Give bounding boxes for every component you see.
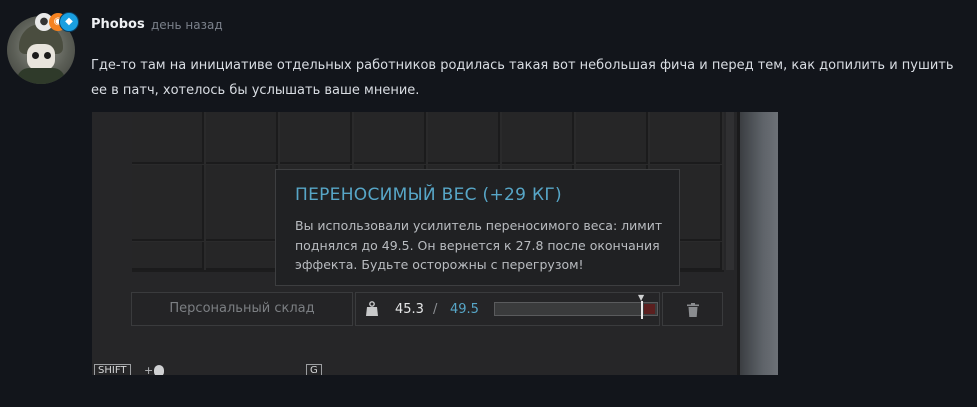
grid-scrollbar xyxy=(726,112,734,270)
inventory-cell[interactable] xyxy=(280,112,352,164)
trash-icon xyxy=(687,303,699,317)
shift-key: SHIFT xyxy=(94,364,131,375)
post-message: Где-то там на инициативе отдельных работ… xyxy=(91,58,954,98)
weight-separator: / xyxy=(433,302,438,317)
inventory-cell[interactable] xyxy=(428,112,500,164)
inventory-cell[interactable] xyxy=(576,112,648,164)
diamond-icon: ◆ xyxy=(59,12,79,32)
mouse-icon xyxy=(154,365,164,375)
inventory-cell[interactable] xyxy=(206,242,278,270)
inventory-cell[interactable] xyxy=(206,112,278,164)
delete-button[interactable] xyxy=(662,292,723,326)
inventory-cell[interactable] xyxy=(132,242,204,270)
avatar[interactable]: ● ◉ ◆ xyxy=(7,12,79,84)
tooltip-body: Вы использовали усилитель переносимого в… xyxy=(295,218,663,272)
inventory-cell[interactable] xyxy=(502,112,574,164)
tooltip-title: ПЕРЕНОСИМЫЙ ВЕС (+29 КГ) xyxy=(295,185,562,205)
author-name[interactable]: Phobos xyxy=(91,17,145,32)
weight-max: 49.5 xyxy=(450,302,479,317)
weight-bar-overload xyxy=(644,304,655,314)
inventory-cell[interactable] xyxy=(650,112,722,164)
screenshot-right-edge xyxy=(740,112,778,375)
post-timestamp[interactable]: день назад xyxy=(151,18,223,32)
g-key: G xyxy=(306,364,322,375)
attached-screenshot[interactable]: ПЕРЕНОСИМЫЙ ВЕС (+29 КГ) Вы использовали… xyxy=(92,112,778,375)
stash-label[interactable]: Персональный склад xyxy=(131,292,353,326)
carry-weight-tooltip: ПЕРЕНОСИМЫЙ ВЕС (+29 КГ) Вы использовали… xyxy=(275,169,680,286)
weight-icon xyxy=(366,301,378,316)
inventory-cell[interactable] xyxy=(354,112,426,164)
weight-panel: 45.3 / 49.5 ▼ xyxy=(355,292,660,326)
inventory-cell[interactable] xyxy=(132,165,204,241)
weight-bar-current-marker xyxy=(641,301,643,319)
weight-bar: ▼ xyxy=(494,294,658,319)
stash-panel: Персональный склад 45.3 / 49.5 ▼ xyxy=(131,292,723,326)
inventory-cell[interactable] xyxy=(132,112,204,164)
hotkey-hints: SHIFT + G xyxy=(92,364,652,375)
weight-bar-arrow-icon: ▼ xyxy=(638,293,645,302)
hint-plus: + xyxy=(144,364,154,375)
inventory-cell[interactable] xyxy=(206,165,278,241)
weight-current: 45.3 xyxy=(395,302,424,317)
